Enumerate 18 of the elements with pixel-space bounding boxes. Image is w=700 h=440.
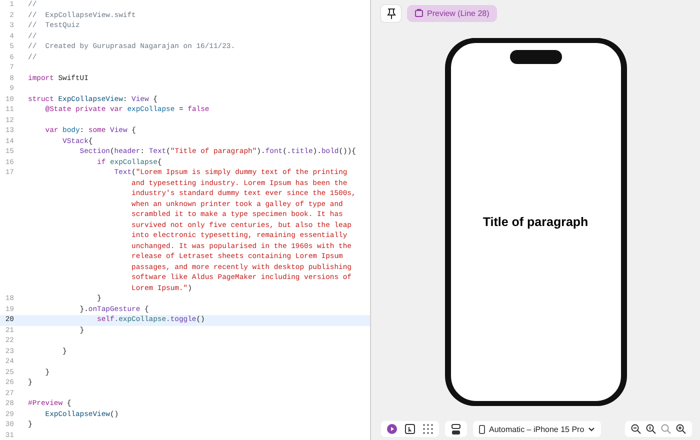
device-settings-icon[interactable] <box>451 424 461 434</box>
zoom-fit-icon[interactable] <box>646 424 656 434</box>
device-dropdown[interactable]: Automatic – iPhone 15 Pro <box>473 421 602 437</box>
zoom-in-icon[interactable] <box>676 424 686 434</box>
chevron-down-icon <box>588 426 596 432</box>
cursor-icon[interactable] <box>405 424 415 434</box>
preview-tab[interactable]: Preview (Line 28) <box>407 4 498 22</box>
zoom-out-icon[interactable] <box>631 424 641 434</box>
pin-icon <box>386 8 396 18</box>
paragraph-title[interactable]: Title of paragraph <box>482 215 588 229</box>
preview-icon <box>415 9 423 17</box>
pin-button[interactable] <box>381 4 401 22</box>
phone-icon <box>479 424 485 434</box>
zoom-actual-icon[interactable] <box>661 424 671 434</box>
dynamic-island <box>510 50 562 64</box>
play-icon[interactable] <box>387 424 397 434</box>
grid-icon[interactable] <box>423 424 433 434</box>
code-editor[interactable] <box>0 0 371 440</box>
